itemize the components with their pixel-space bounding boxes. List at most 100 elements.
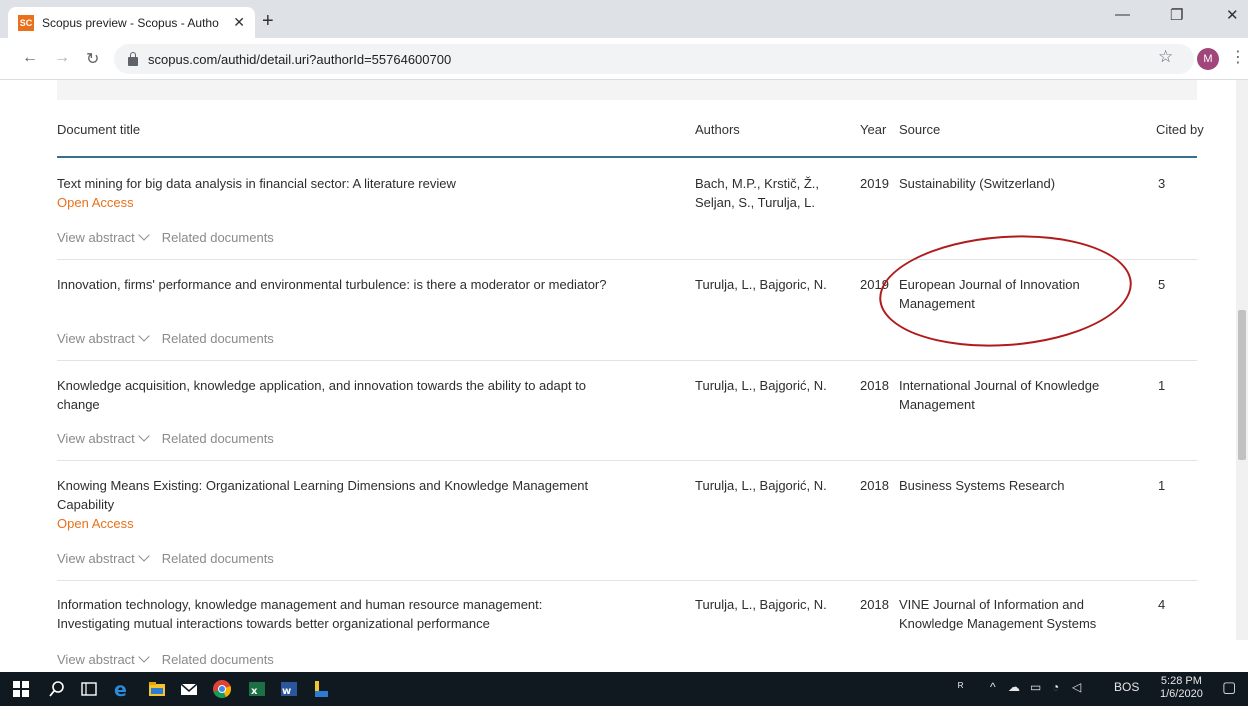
word-icon[interactable]: w xyxy=(280,680,298,698)
document-title-link[interactable]: Text mining for big data analysis in fin… xyxy=(57,175,456,193)
view-abstract-label: View abstract xyxy=(57,431,135,446)
view-abstract-toggle[interactable]: View abstract xyxy=(57,651,150,667)
back-icon[interactable]: ← xyxy=(22,49,38,67)
tab-close-icon[interactable]: ✕ xyxy=(233,14,245,31)
author-list-line-2[interactable]: Seljan, S., Turulja, L. xyxy=(695,194,815,212)
excel-icon[interactable]: x xyxy=(248,680,266,698)
header-authors[interactable]: Authors xyxy=(695,122,740,137)
author-list-line-1[interactable]: Bach, M.P., Krstič, Ž., xyxy=(695,175,819,193)
row-divider xyxy=(57,460,1197,461)
chevron-down-icon xyxy=(138,330,150,342)
chevron-down-icon xyxy=(138,550,150,562)
header-source[interactable]: Source xyxy=(899,122,940,137)
tab-title: Scopus preview - Scopus - Autho xyxy=(42,15,219,30)
photos-app-icon[interactable] xyxy=(312,680,330,698)
notifications-icon[interactable]: ▢ xyxy=(1222,678,1236,696)
windows-start-icon[interactable] xyxy=(12,680,30,698)
year-value: 2018 xyxy=(860,597,889,612)
document-title-link-line-1[interactable]: Knowledge acquisition, knowledge applica… xyxy=(57,377,586,395)
close-window-icon[interactable]: ✕ xyxy=(1226,6,1239,24)
related-documents-link[interactable]: Related documents xyxy=(162,551,274,566)
results-toolbar-area xyxy=(57,80,1197,100)
cited-by-count[interactable]: 5 xyxy=(1158,276,1165,294)
lock-icon xyxy=(128,51,138,66)
people-icon[interactable]: ᴿ xyxy=(958,680,963,694)
profile-avatar[interactable]: M xyxy=(1197,48,1219,70)
document-title-link-line-2[interactable]: Investigating mutual interactions toward… xyxy=(57,615,490,633)
chrome-icon[interactable] xyxy=(212,679,232,699)
clock-date: 1/6/2020 xyxy=(1160,688,1203,700)
task-view-icon[interactable] xyxy=(80,680,98,698)
annotation-circle xyxy=(875,227,1136,355)
bookmark-star-icon[interactable]: ☆ xyxy=(1158,47,1173,67)
related-documents-link[interactable]: Related documents xyxy=(162,230,274,245)
view-abstract-toggle[interactable]: View abstract xyxy=(57,330,150,346)
scrollbar-thumb[interactable] xyxy=(1238,310,1246,460)
related-documents-link[interactable]: Related documents xyxy=(162,652,274,667)
system-clock[interactable]: 5:28 PM 1/6/2020 xyxy=(1160,675,1203,701)
new-tab-icon[interactable]: + xyxy=(262,10,274,33)
source-link[interactable]: Sustainability (Switzerland) xyxy=(899,175,1055,193)
view-abstract-toggle[interactable]: View abstract xyxy=(57,229,150,245)
mail-icon[interactable] xyxy=(180,680,198,698)
url-text[interactable]: scopus.com/authid/detail.uri?authorId=55… xyxy=(148,52,451,67)
view-abstract-toggle[interactable]: View abstract xyxy=(57,550,150,566)
row-divider xyxy=(57,580,1197,581)
cited-by-count[interactable]: 4 xyxy=(1158,596,1165,614)
cited-by-count[interactable]: 1 xyxy=(1158,377,1165,395)
author-list-line-1[interactable]: Turulja, L., Bajgorić, N. xyxy=(695,477,827,495)
search-icon[interactable] xyxy=(48,680,66,698)
browser-tab[interactable]: SC Scopus preview - Scopus - Autho ✕ xyxy=(8,7,255,38)
author-list-line-1[interactable]: Turulja, L., Bajgorić, N. xyxy=(695,377,827,395)
battery-icon[interactable]: ▭ xyxy=(1030,680,1041,694)
file-explorer-icon[interactable] xyxy=(148,680,166,698)
open-access-badge: Open Access xyxy=(57,195,134,210)
view-abstract-toggle[interactable]: View abstract xyxy=(57,430,150,446)
scopus-favicon-icon: SC xyxy=(18,14,34,31)
source-link[interactable]: Business Systems Research xyxy=(899,477,1064,495)
source-link-line-2[interactable]: Knowledge Management Systems xyxy=(899,615,1096,633)
minimize-icon[interactable]: — xyxy=(1115,6,1130,23)
related-documents-link[interactable]: Related documents xyxy=(162,431,274,446)
author-list-line-1[interactable]: Turulja, L., Bajgoric, N. xyxy=(695,276,827,294)
svg-text:x: x xyxy=(251,686,258,697)
year-value: 2018 xyxy=(860,378,889,393)
chevron-down-icon xyxy=(138,651,150,663)
document-title-link-line-2[interactable]: change xyxy=(57,396,100,414)
restore-icon[interactable]: ❐ xyxy=(1170,6,1183,24)
author-list-line-1[interactable]: Turulja, L., Bajgoric, N. xyxy=(695,596,827,614)
show-hidden-icons-icon[interactable]: ^ xyxy=(990,680,996,694)
volume-icon[interactable]: ◁ xyxy=(1072,680,1081,694)
document-title-link[interactable]: Innovation, firms' performance and envir… xyxy=(57,276,607,294)
menu-kebab-icon[interactable]: ⋮ xyxy=(1230,47,1246,67)
document-title-link-line-1[interactable]: Information technology, knowledge manage… xyxy=(57,596,542,614)
svg-text:e: e xyxy=(114,679,127,699)
onedrive-icon[interactable]: ☁ xyxy=(1008,680,1020,694)
tab-bar: SC Scopus preview - Scopus - Autho ✕ + —… xyxy=(0,0,1248,38)
clock-time: 5:28 PM xyxy=(1160,675,1202,687)
view-abstract-label: View abstract xyxy=(57,551,135,566)
view-abstract-label: View abstract xyxy=(57,331,135,346)
reload-icon[interactable]: ↻ xyxy=(86,49,99,69)
header-document-title[interactable]: Document title xyxy=(57,122,140,137)
chevron-down-icon xyxy=(138,229,150,241)
document-title-link-line-2[interactable]: Capability xyxy=(57,496,114,514)
year-value: 2019 xyxy=(860,176,889,191)
forward-icon[interactable]: → xyxy=(54,49,70,67)
source-link-line-1[interactable]: International Journal of Knowledge xyxy=(899,377,1099,395)
open-access-badge: Open Access xyxy=(57,516,134,531)
document-title-link-line-1[interactable]: Knowing Means Existing: Organizational L… xyxy=(57,477,588,495)
cited-by-count[interactable]: 1 xyxy=(1158,477,1165,495)
wifi-icon[interactable]: ◔ xyxy=(1052,680,1059,694)
related-documents-link[interactable]: Related documents xyxy=(162,331,274,346)
source-link-line-1[interactable]: VINE Journal of Information and xyxy=(899,596,1084,614)
source-link-line-2[interactable]: Management xyxy=(899,396,975,414)
edge-browser-icon[interactable]: e xyxy=(112,679,132,699)
header-year[interactable]: Year xyxy=(860,122,886,137)
input-language[interactable]: BOS xyxy=(1114,680,1139,694)
cited-by-count[interactable]: 3 xyxy=(1158,175,1165,193)
view-abstract-label: View abstract xyxy=(57,652,135,667)
omnibox[interactable]: scopus.com/authid/detail.uri?authorId=55… xyxy=(114,44,1194,74)
view-abstract-label: View abstract xyxy=(57,230,135,245)
header-cited-by[interactable]: Cited by xyxy=(1156,122,1204,137)
